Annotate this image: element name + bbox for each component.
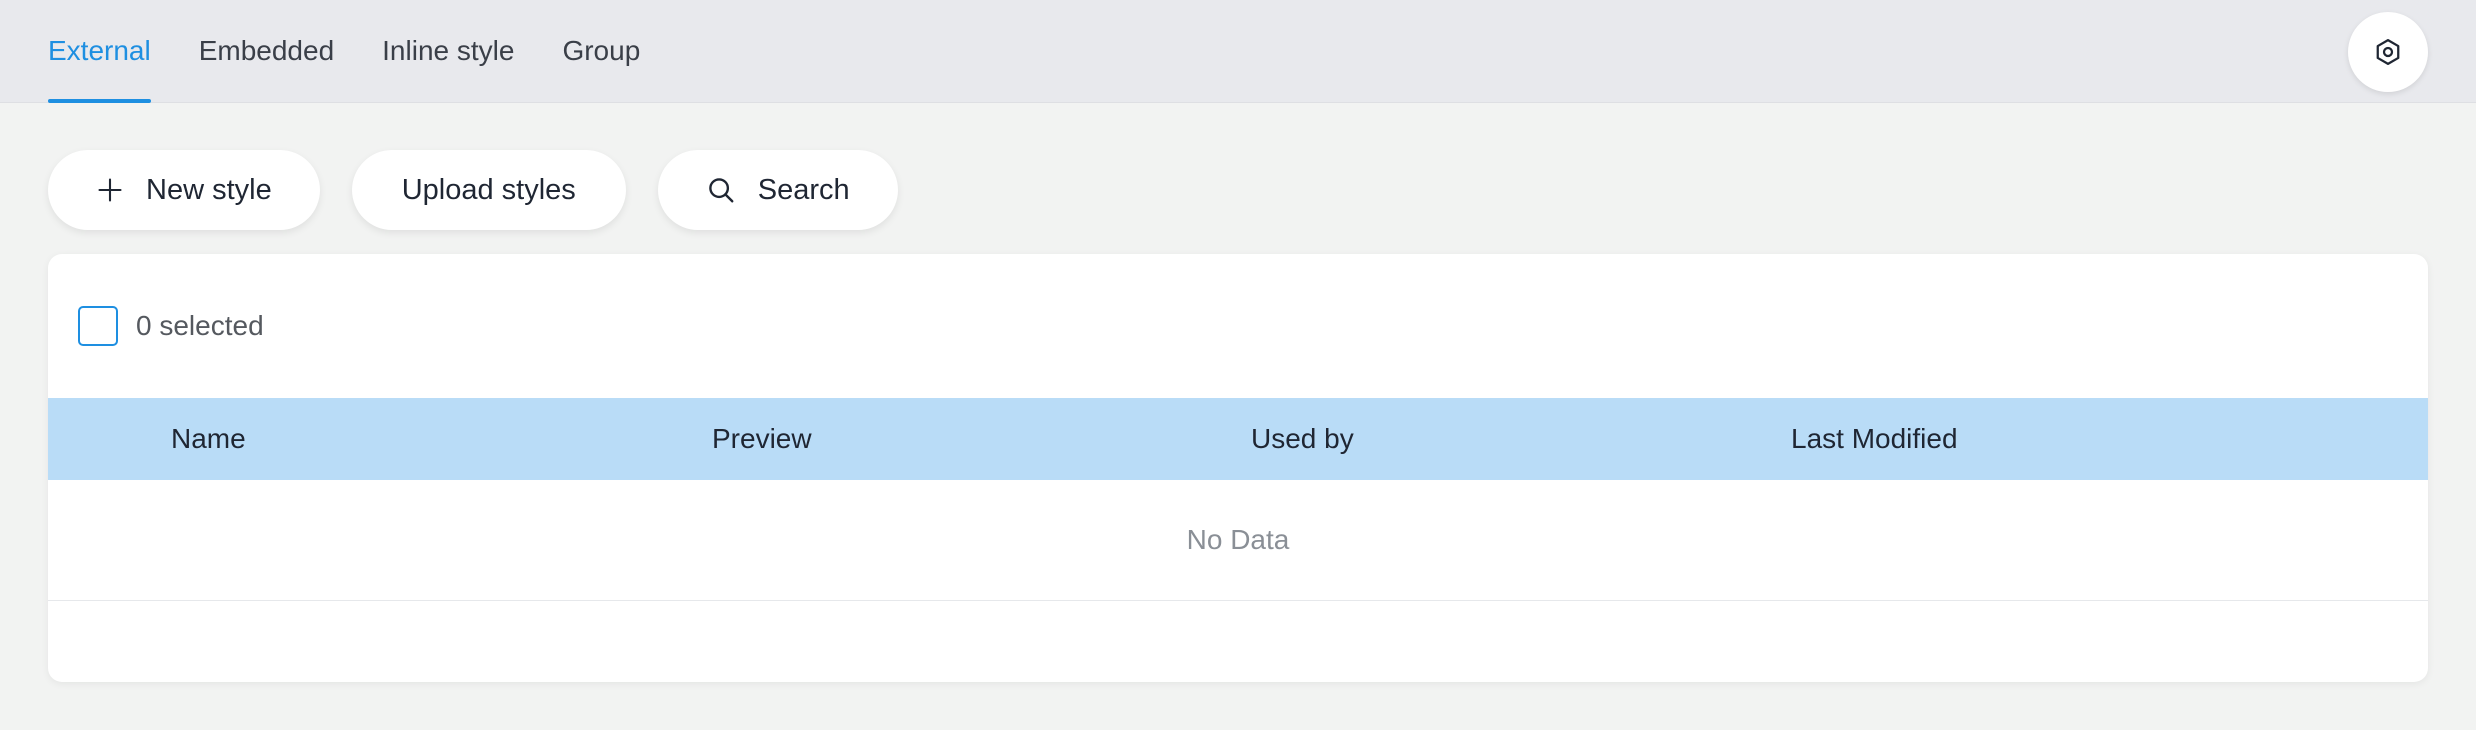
upload-styles-label: Upload styles: [401, 173, 576, 206]
table-header: Name Preview Used by Last Modified: [48, 398, 2428, 480]
empty-state: No Data: [48, 480, 2428, 601]
column-header-used-by[interactable]: Used by: [1251, 398, 1354, 480]
new-style-button[interactable]: New style: [48, 150, 320, 230]
new-style-label: New style: [146, 173, 272, 206]
top-tab-bar: External Embedded Inline style Group: [0, 0, 2476, 103]
search-label: Search: [757, 173, 850, 206]
tab-list: External Embedded Inline style Group: [48, 0, 688, 103]
select-all-checkbox[interactable]: [78, 306, 118, 346]
selected-count: 0 selected: [136, 310, 264, 341]
styles-table-card: 0 selected Name Preview Used by Last Mod…: [48, 254, 2428, 682]
column-header-last-modified[interactable]: Last Modified: [1791, 398, 1958, 480]
empty-state-text: No Data: [1186, 524, 1290, 555]
column-header-name[interactable]: Name: [171, 398, 246, 480]
search-icon: [706, 175, 736, 205]
tab-group[interactable]: Group: [562, 0, 640, 103]
toolbar: New style Upload styles Search: [48, 150, 898, 230]
column-header-preview[interactable]: Preview: [712, 398, 812, 480]
tab-embedded[interactable]: Embedded: [199, 0, 334, 103]
plus-icon: [96, 176, 124, 204]
tab-external[interactable]: External: [48, 0, 151, 103]
gear-icon: [2376, 39, 2400, 65]
search-button[interactable]: Search: [657, 150, 898, 230]
tab-inline-style[interactable]: Inline style: [382, 0, 514, 103]
settings-button[interactable]: [2348, 12, 2428, 92]
upload-styles-button[interactable]: Upload styles: [351, 150, 626, 230]
selection-row: 0 selected: [78, 306, 264, 346]
